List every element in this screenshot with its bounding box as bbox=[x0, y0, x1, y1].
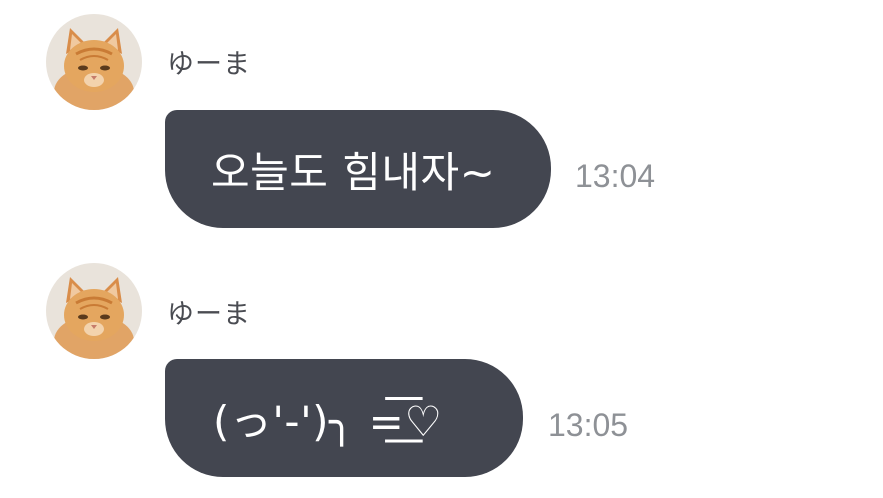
sender-name: ゆーま bbox=[167, 49, 251, 80]
cat-avatar[interactable] bbox=[46, 14, 142, 110]
message-time: 13:05 bbox=[548, 407, 629, 443]
cat-avatar[interactable] bbox=[46, 263, 142, 359]
message-bubble[interactable]: 오늘도 힘내자~ bbox=[165, 110, 551, 228]
message-text: 오늘도 힘내자~ bbox=[211, 147, 496, 197]
message-row: ゆーま (っ'-')╮ =͟͟͞♡ 13:05 bbox=[0, 250, 883, 498]
cat-icon bbox=[46, 263, 142, 359]
message-bubble[interactable]: (っ'-')╮ =͟͟͞♡ bbox=[165, 359, 523, 477]
cat-icon bbox=[46, 14, 142, 110]
message-text: (っ'-')╮ =͟͟͞♡ bbox=[213, 396, 443, 446]
message-time: 13:04 bbox=[575, 158, 656, 194]
sender-name: ゆーま bbox=[167, 299, 251, 330]
message-row: ゆーま 오늘도 힘내자~ 13:04 bbox=[0, 0, 883, 250]
